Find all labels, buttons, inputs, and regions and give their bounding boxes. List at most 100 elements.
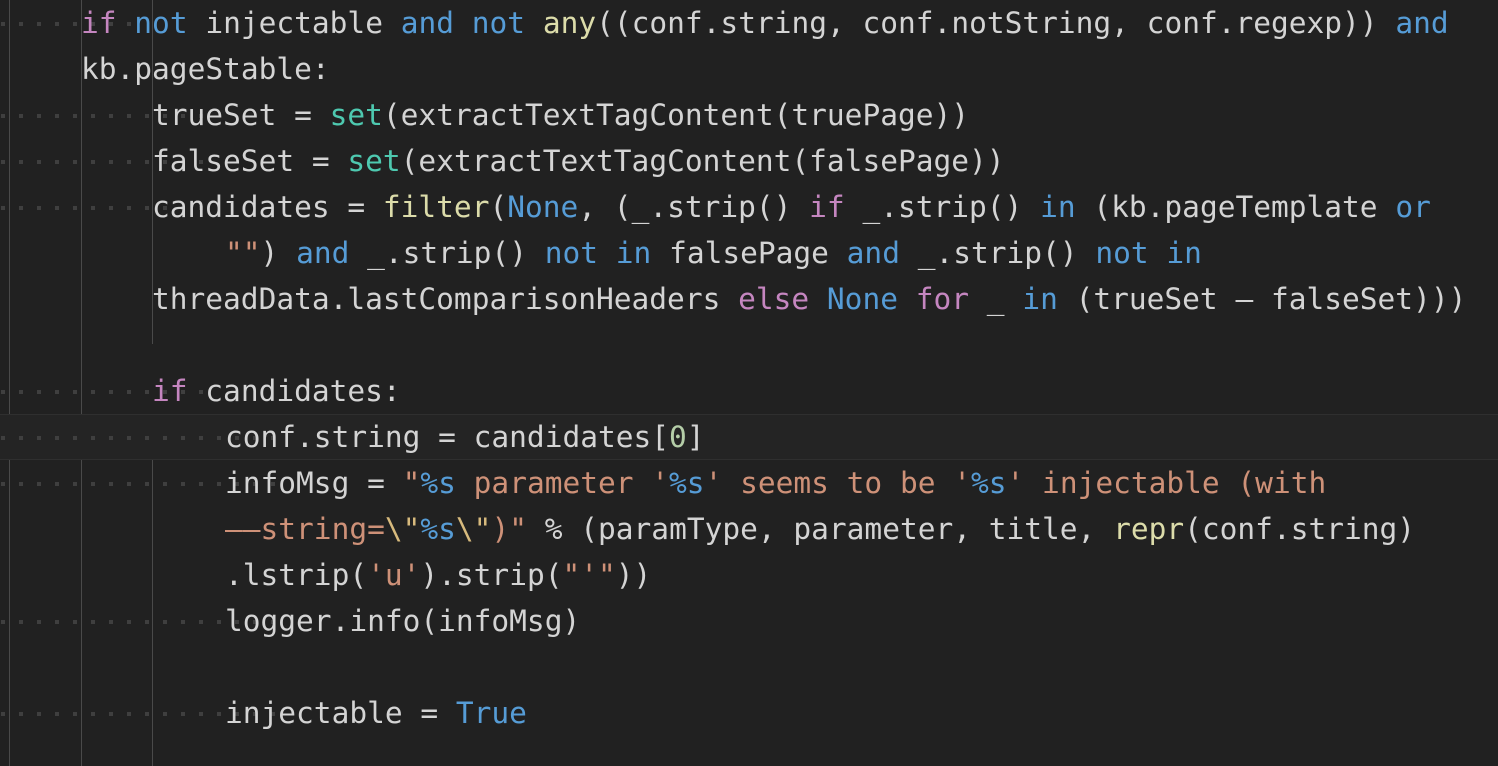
code-editor[interactable]: if not injectable and not any((conf.stri…: [0, 0, 1498, 766]
code-line[interactable]: logger.info(infoMsg): [0, 598, 1498, 644]
code-token-kw: if: [152, 374, 206, 408]
code-line-text: if not injectable and not any((conf.stri…: [81, 6, 1449, 40]
code-token-str: ' seems to be ': [704, 466, 971, 500]
code-token-str: "": [225, 236, 261, 270]
indent-guide-dot: [163, 482, 167, 486]
indent-guide-dot: [37, 160, 41, 164]
indent-guide-dot: [1, 620, 5, 624]
code-token-id: _.strip(): [917, 236, 1096, 270]
code-token-id: (kb.pageTemplate: [1093, 190, 1396, 224]
code-line[interactable]: if candidates:: [0, 368, 1498, 414]
code-token-str: "'": [562, 558, 616, 592]
code-token-cls: set: [329, 98, 383, 132]
indent-guide-dot: [19, 114, 23, 118]
code-surface[interactable]: if not injectable and not any((conf.stri…: [0, 0, 1498, 736]
indent-guide-dot: [163, 620, 167, 624]
code-token-id: candidates =: [152, 190, 383, 224]
indent-guide-dot: [109, 390, 113, 394]
indent-guide-dot: [55, 22, 59, 26]
code-token-id: candidates:: [205, 374, 401, 408]
indent-guide-dot: [145, 390, 149, 394]
code-token-fn: filter: [382, 190, 490, 224]
code-token-kw: if: [81, 6, 135, 40]
code-token-id: _.strip(): [862, 190, 1041, 224]
code-token-id: (extractTextTagContent(truePage)): [382, 98, 970, 132]
indent-guide-dot: [55, 712, 59, 716]
indent-guide-dot: [145, 160, 149, 164]
indent-guide-dot: [73, 22, 77, 26]
code-token-op: and: [296, 236, 368, 270]
code-line-text: "") and _.strip() not in falsePage and _…: [225, 236, 1202, 270]
indent-guide-dot: [181, 712, 185, 716]
indent-guide-dot: [199, 436, 203, 440]
code-token-op: None: [826, 282, 916, 316]
code-token-id: injectable: [205, 6, 401, 40]
code-token-fn: any: [542, 6, 597, 40]
code-line[interactable]: threadData.lastComparisonHeaders else No…: [0, 276, 1498, 322]
code-token-kw: for: [915, 282, 987, 316]
indent-guide-dot: [19, 436, 23, 440]
indent-guide-dot: [37, 436, 41, 440]
code-line[interactable]: injectable = True: [0, 690, 1498, 736]
code-token-op: and: [400, 6, 472, 40]
indent-guide-dot: [109, 712, 113, 716]
code-token-id: (extractTextTagContent(falsePage)): [400, 144, 1005, 178]
indent-guide-dot: [163, 712, 167, 716]
code-line-text: threadData.lastComparisonHeaders else No…: [152, 282, 1466, 316]
code-token-op: None: [507, 190, 579, 224]
code-token-id: ((conf.string, conf.notString, conf.rege…: [596, 6, 1396, 40]
code-token-id: infoMsg =: [225, 466, 403, 500]
indent-guide-dot: [73, 620, 77, 624]
code-token-str: ": [402, 466, 421, 500]
indent-guide-dot: [19, 620, 23, 624]
indent-guide-dot: [37, 482, 41, 486]
indent-guide-dot: [217, 436, 221, 440]
indent-guide-dot: [217, 620, 221, 624]
code-line-text: falseSet = set(extractTextTagContent(fal…: [152, 144, 1005, 178]
indent-guide-dot: [163, 436, 167, 440]
code-line[interactable]: .lstrip('u').strip("'")): [0, 552, 1498, 598]
indent-guide-dot: [127, 712, 131, 716]
code-line-highlighted[interactable]: conf.string = candidates[0]: [0, 414, 1498, 460]
indent-guide-dot: [109, 620, 113, 624]
code-line[interactable]: kb.pageStable:: [0, 46, 1498, 92]
code-token-id: _: [986, 282, 1023, 316]
code-token-fn: repr: [1113, 512, 1185, 546]
code-line-text: logger.info(infoMsg): [225, 604, 580, 638]
code-line[interactable]: falseSet = set(extractTextTagContent(fal…: [0, 138, 1498, 184]
indent-guide-dot: [145, 712, 149, 716]
indent-guide-dot: [127, 160, 131, 164]
code-token-op: not: [1095, 236, 1167, 270]
code-token-id: ]: [686, 420, 705, 454]
indent-guide-dot: [19, 712, 23, 716]
indent-guide-dot: [55, 206, 59, 210]
code-line[interactable]: [0, 644, 1498, 690]
indent-guide-dot: [109, 482, 113, 486]
code-token-op: in: [1040, 190, 1094, 224]
indent-guide-dot: [73, 160, 77, 164]
code-token-id: conf.string = candidates[: [225, 420, 670, 454]
code-line[interactable]: candidates = filter(None, (_.strip() if …: [0, 184, 1498, 230]
indent-guide-dot: [55, 436, 59, 440]
code-token-id: , (_.strip(): [578, 190, 810, 224]
indent-guide-dot: [127, 436, 131, 440]
code-line-text: injectable = True: [225, 696, 527, 730]
code-line-text: conf.string = candidates[0]: [225, 420, 705, 454]
code-line[interactable]: "") and _.strip() not in falsePage and _…: [0, 230, 1498, 276]
indent-guide-dot: [199, 620, 203, 624]
code-token-id: _.strip(): [367, 236, 545, 270]
code-token-kw: else: [738, 282, 827, 316]
code-line[interactable]: ––string=\"%s\")" % (paramType, paramete…: [0, 506, 1498, 552]
code-line[interactable]: [0, 322, 1498, 368]
code-token-id: (conf.string): [1184, 512, 1416, 546]
indent-guide-dot: [145, 620, 149, 624]
code-line-text: .lstrip('u').strip("'")): [225, 558, 651, 592]
indent-guide-dot: [1, 114, 5, 118]
code-line[interactable]: infoMsg = "%s parameter '%s' seems to be…: [0, 460, 1498, 506]
code-line-text: trueSet = set(extractTextTagContent(true…: [152, 98, 969, 132]
code-token-id: threadData.lastComparisonHeaders: [152, 282, 739, 316]
indent-guide-dot: [19, 160, 23, 164]
indent-guide-dot: [1, 22, 5, 26]
code-line[interactable]: if not injectable and not any((conf.stri…: [0, 0, 1498, 46]
code-line[interactable]: trueSet = set(extractTextTagContent(true…: [0, 92, 1498, 138]
